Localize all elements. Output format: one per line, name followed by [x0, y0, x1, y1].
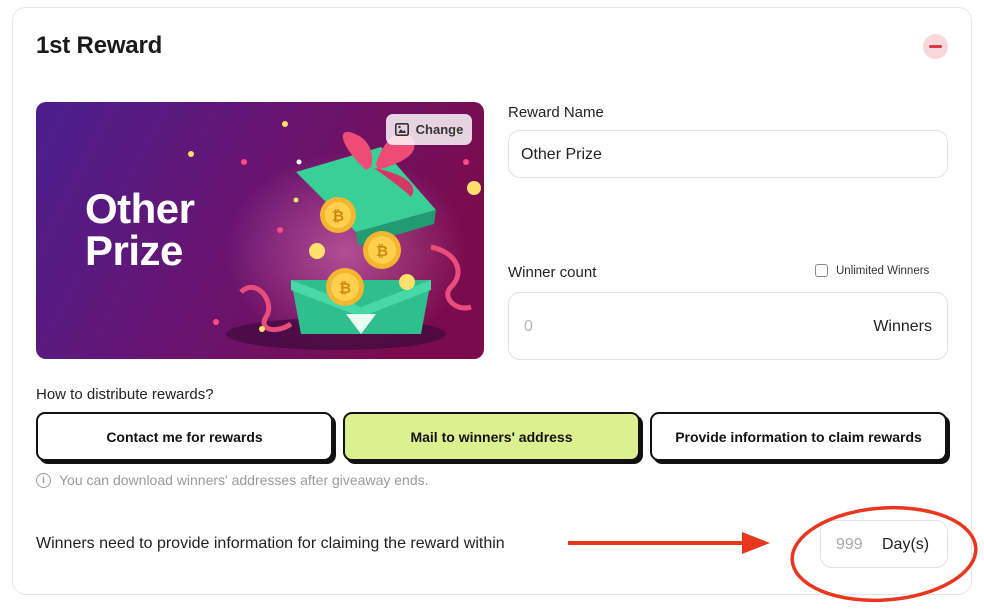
option-contact-me-label: Contact me for rewards	[106, 428, 263, 445]
change-image-button[interactable]: Change	[386, 114, 472, 145]
option-provide-information[interactable]: Provide information to claim rewards	[650, 412, 947, 461]
option-contact-me[interactable]: Contact me for rewards	[36, 412, 333, 461]
remove-reward-button[interactable]	[923, 34, 948, 59]
coin-icon: ₿	[320, 197, 356, 233]
unlimited-winners-toggle[interactable]: Unlimited Winners	[815, 264, 929, 277]
banner-title-line1: Other	[85, 185, 195, 232]
distribution-hint-text: You can download winners' addresses afte…	[59, 472, 429, 488]
reward-banner-image: ₿ ₿ ₿ Other Prize Change	[36, 102, 484, 359]
image-icon	[394, 123, 409, 136]
unlimited-winners-checkbox[interactable]	[815, 264, 828, 277]
option-mail-to-address-label: Mail to winners' address	[410, 428, 573, 445]
annotation-arrow-icon	[568, 532, 770, 554]
svg-text:₿: ₿	[339, 279, 351, 297]
svg-text:₿: ₿	[332, 207, 344, 225]
option-mail-to-address[interactable]: Mail to winners' address	[343, 412, 640, 461]
info-icon: i	[36, 472, 51, 488]
option-provide-information-label: Provide information to claim rewards	[675, 428, 922, 445]
claim-period-text: Winners need to provide information for …	[36, 535, 505, 552]
banner-title-line2: Prize	[85, 227, 183, 274]
reward-name-value: Other Prize	[521, 146, 602, 163]
unlimited-winners-label: Unlimited Winners	[836, 264, 930, 277]
reward-name-input[interactable]: Other Prize	[508, 130, 948, 178]
minus-icon	[929, 45, 942, 48]
change-image-label: Change	[415, 122, 464, 137]
reward-name-label: Reward Name	[508, 104, 604, 121]
winner-count-label: Winner count	[508, 264, 597, 281]
svg-text:₿: ₿	[376, 242, 388, 260]
banner-title: Other Prize	[85, 188, 195, 272]
winner-count-input[interactable]: 0 Winners	[508, 292, 948, 360]
winner-count-unit: Winners	[873, 318, 932, 335]
reward-title: 1st Reward	[36, 32, 163, 59]
distribution-hint: i You can download winners' addresses af…	[36, 472, 429, 488]
winner-count-placeholder: 0	[524, 318, 533, 335]
annotation-circle-icon	[790, 505, 978, 603]
distribution-question: How to distribute rewards?	[36, 386, 214, 403]
